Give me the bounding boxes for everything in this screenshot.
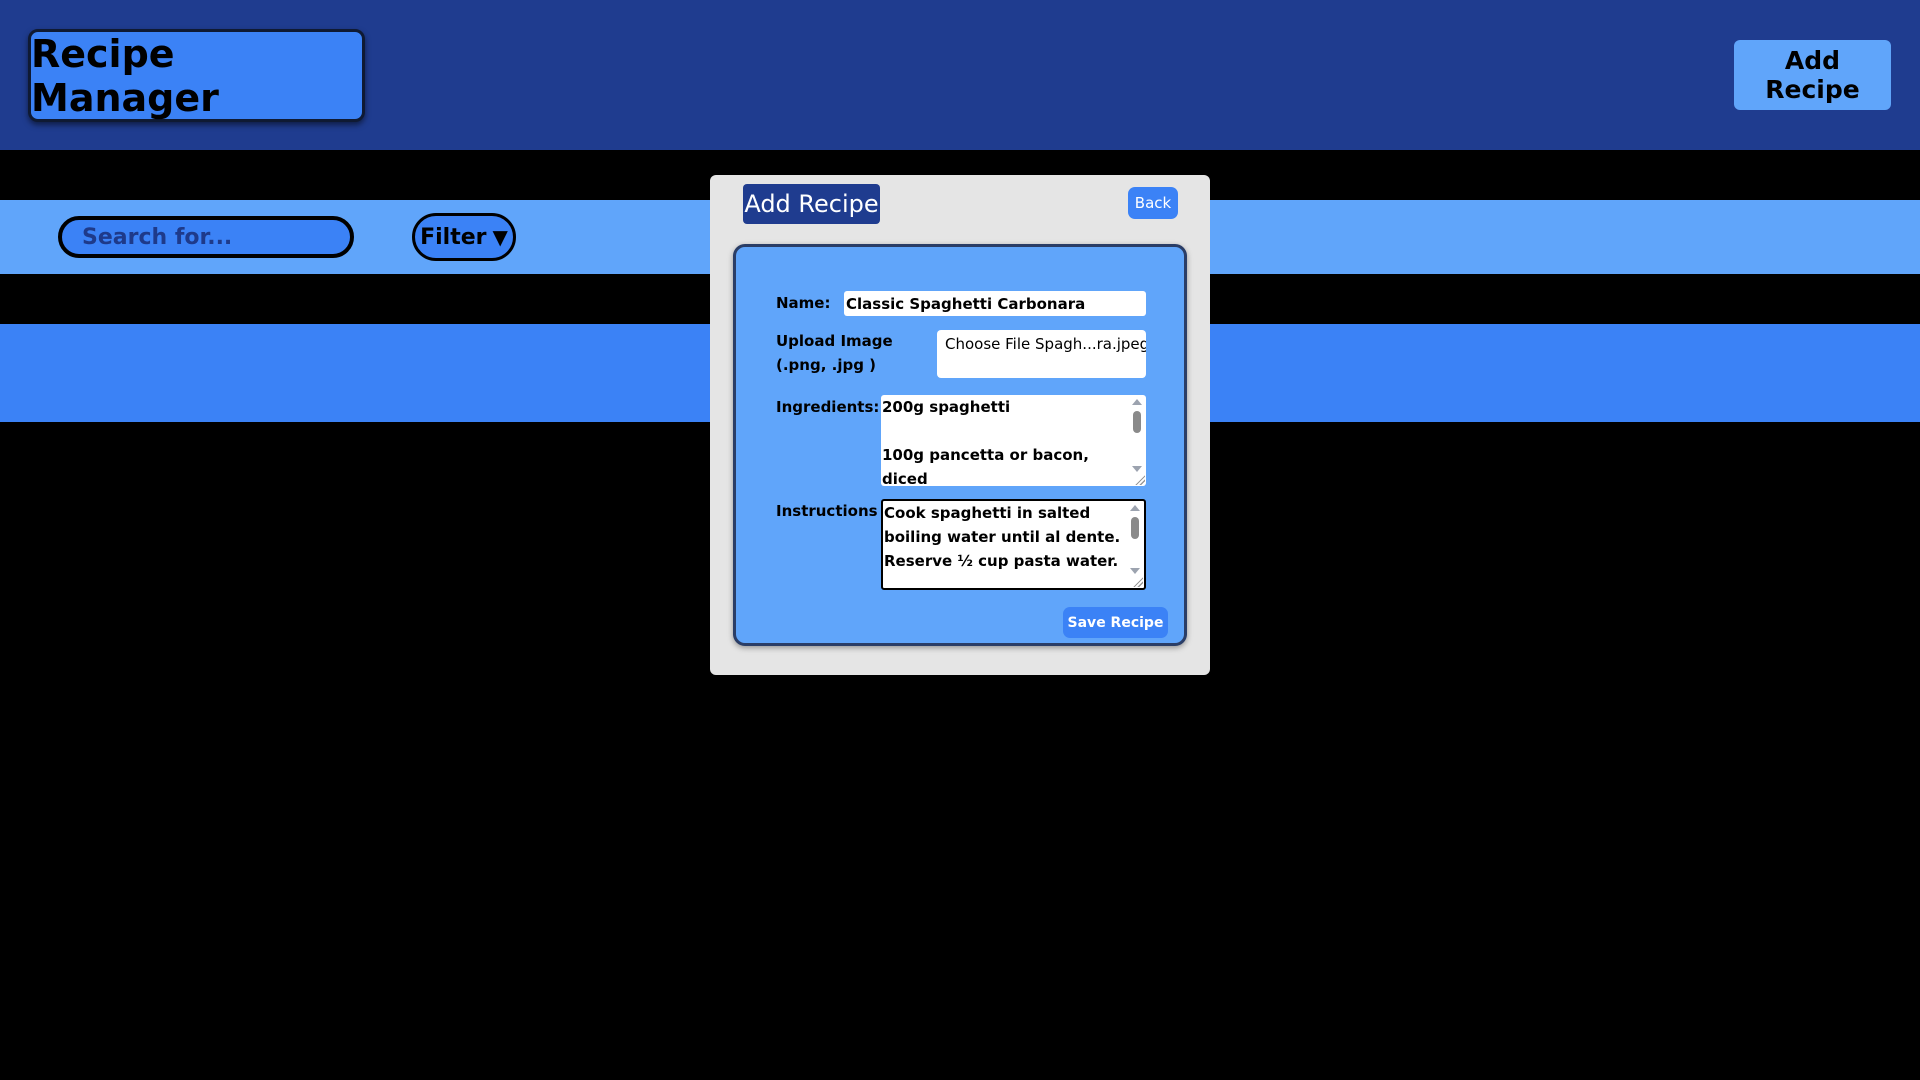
upload-image-label: Upload Image (.png, .jpg ) xyxy=(776,332,893,374)
header-add-recipe-button[interactable]: Add Recipe xyxy=(1734,40,1891,110)
app-header: Recipe Manager Add Recipe xyxy=(0,0,1920,150)
ingredient-line xyxy=(882,419,1126,443)
ingredient-line: 200g spaghetti xyxy=(882,398,1011,416)
scroll-thumb[interactable] xyxy=(1131,517,1139,539)
scroll-down-icon[interactable] xyxy=(1132,466,1142,472)
filter-label: Filter xyxy=(420,224,487,250)
name-field[interactable] xyxy=(844,291,1146,316)
instructions-text: Cook spaghetti in salted boiling water u… xyxy=(884,504,1121,570)
filter-button[interactable]: Filter ▼ xyxy=(412,213,516,261)
ingredients-label: Ingredients: xyxy=(776,398,880,416)
resize-handle-icon[interactable] xyxy=(1134,474,1145,485)
ingredient-line: 100g pancetta or bacon, diced xyxy=(882,446,1089,486)
scroll-thumb[interactable] xyxy=(1133,411,1141,433)
instructions-textarea[interactable]: Cook spaghetti in salted boiling water u… xyxy=(881,499,1146,590)
triangle-down-icon: ▼ xyxy=(492,225,508,249)
resize-handle-icon[interactable] xyxy=(1132,576,1143,587)
file-name: Spagh...ra.jpeg xyxy=(1035,335,1146,353)
add-recipe-modal: Add Recipe Back Name: Upload Image (.png… xyxy=(710,175,1210,675)
ingredients-scrollbar[interactable] xyxy=(1130,397,1144,474)
choose-file-button[interactable]: Choose File xyxy=(945,335,1030,353)
scroll-up-icon[interactable] xyxy=(1132,399,1142,405)
modal-title: Add Recipe xyxy=(743,184,880,224)
name-label: Name: xyxy=(776,294,831,312)
file-upload-input[interactable]: Choose File Spagh...ra.jpeg xyxy=(937,330,1146,378)
app-title: Recipe Manager xyxy=(28,29,365,122)
back-button[interactable]: Back xyxy=(1128,187,1178,219)
search-input[interactable] xyxy=(58,216,354,258)
scroll-up-icon[interactable] xyxy=(1130,505,1140,511)
scroll-down-icon[interactable] xyxy=(1130,568,1140,574)
recipe-form: Name: Upload Image (.png, .jpg ) Choose … xyxy=(733,244,1187,646)
ingredients-textarea[interactable]: 200g spaghetti 100g pancetta or bacon, d… xyxy=(881,395,1146,486)
instructions-label: Instructions xyxy=(776,502,878,520)
save-recipe-button[interactable]: Save Recipe xyxy=(1063,607,1168,638)
instructions-scrollbar[interactable] xyxy=(1128,503,1142,576)
